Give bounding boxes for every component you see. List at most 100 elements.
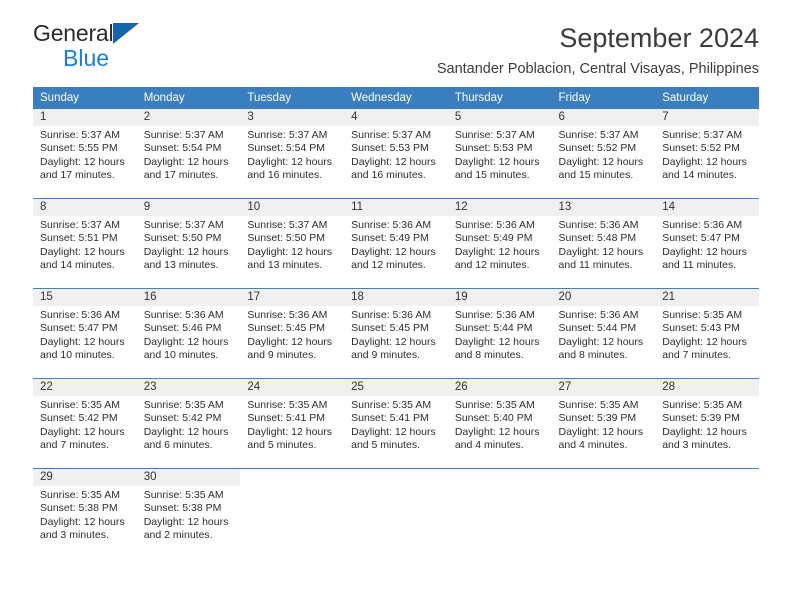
daylight-text-line2: and 11 minutes. [558, 259, 633, 272]
weekday-header-wednesday: Wednesday [344, 87, 448, 109]
sunset-text: Sunset: 5:51 PM [40, 232, 118, 245]
day-cell-inner: 9 Sunrise: 5:37 AM Sunset: 5:50 PM Daylight… [136, 199, 241, 288]
day-cell-inner [448, 469, 552, 558]
calendar-day-cell [344, 468, 448, 558]
calendar-day-cell[interactable]: 21 Sunrise: 5:35 AM Sunset: 5:43 PM Dayligh… [655, 288, 759, 379]
day-cell-inner: 10 Sunrise: 5:37 AM Sunset: 5:50 PM Dayligh… [240, 199, 345, 288]
calendar-day-cell[interactable]: 20 Sunrise: 5:36 AM Sunset: 5:44 PM Dayligh… [551, 288, 656, 379]
sunset-text: Sunset: 5:52 PM [662, 142, 740, 155]
calendar-day-cell[interactable]: 11 Sunrise: 5:36 AM Sunset: 5:49 PM Dayligh… [344, 198, 448, 289]
logo-text-blue: Blue [63, 45, 110, 71]
daylight-text-line2: and 10 minutes. [143, 349, 219, 362]
daylight-text-line2: and 14 minutes. [40, 259, 115, 272]
day-cell-inner: 25 Sunrise: 5:35 AM Sunset: 5:41 PM Dayligh… [344, 379, 448, 468]
daylight-text-line2: and 4 minutes. [558, 439, 628, 452]
day-sun-info: Sunrise: 5:36 AM Sunset: 5:47 PM Daylight:… [655, 216, 759, 273]
sunset-text: Sunset: 5:49 PM [454, 232, 533, 245]
calendar-day-cell[interactable]: 13 Sunrise: 5:36 AM Sunset: 5:48 PM Dayligh… [551, 198, 656, 289]
calendar-day-cell[interactable]: 16 Sunrise: 5:36 AM Sunset: 5:46 PM Dayligh… [136, 288, 241, 379]
day-sun-info: Sunrise: 5:35 AM Sunset: 5:41 PM Daylight:… [240, 396, 344, 453]
day-number [655, 469, 759, 486]
day-cell-inner: 18 Sunrise: 5:36 AM Sunset: 5:45 PM Dayligh… [344, 289, 448, 378]
day-number: 14 [655, 199, 759, 216]
calendar-day-cell[interactable]: 1 Sunrise: 5:37 AM Sunset: 5:55 PM Daylight… [33, 109, 137, 199]
sunset-text: Sunset: 5:46 PM [143, 322, 222, 335]
daylight-text-line2: and 3 minutes. [662, 439, 732, 452]
daylight-text-line1: Daylight: 12 hours [40, 335, 125, 348]
calendar-day-cell[interactable]: 25 Sunrise: 5:35 AM Sunset: 5:41 PM Dayligh… [344, 378, 448, 469]
calendar-day-cell[interactable]: 17 Sunrise: 5:36 AM Sunset: 5:45 PM Dayligh… [240, 288, 345, 379]
daylight-text-line2: and 16 minutes. [247, 169, 323, 182]
calendar-day-cell[interactable]: 18 Sunrise: 5:36 AM Sunset: 5:45 PM Dayligh… [344, 288, 448, 379]
daylight-text-line2: and 13 minutes. [247, 259, 323, 272]
day-number: 18 [344, 289, 448, 306]
sunset-text: Sunset: 5:39 PM [662, 412, 740, 425]
day-number [344, 469, 448, 486]
calendar-day-cell[interactable]: 8 Sunrise: 5:37 AM Sunset: 5:51 PM Daylight… [33, 198, 137, 289]
sunrise-text: Sunrise: 5:37 AM [247, 219, 328, 231]
sunset-text: Sunset: 5:55 PM [40, 142, 118, 155]
sunrise-text: Sunrise: 5:37 AM [558, 129, 639, 141]
calendar-day-cell[interactable]: 14 Sunrise: 5:36 AM Sunset: 5:47 PM Dayligh… [655, 198, 759, 289]
day-sun-info: Sunrise: 5:37 AM Sunset: 5:54 PM Daylight:… [240, 126, 344, 183]
calendar-day-cell[interactable]: 28 Sunrise: 5:35 AM Sunset: 5:39 PM Dayligh… [655, 378, 759, 469]
daylight-text-line1: Daylight: 12 hours [143, 425, 229, 438]
sunset-text: Sunset: 5:47 PM [662, 232, 740, 245]
calendar-day-cell[interactable]: 7 Sunrise: 5:37 AM Sunset: 5:52 PM Daylight… [655, 109, 759, 199]
daylight-text-line1: Daylight: 12 hours [247, 245, 333, 258]
calendar-day-cell[interactable]: 27 Sunrise: 5:35 AM Sunset: 5:39 PM Dayligh… [551, 378, 656, 469]
day-number: 1 [33, 109, 137, 126]
calendar-day-cell[interactable]: 22 Sunrise: 5:35 AM Sunset: 5:42 PM Dayligh… [33, 378, 137, 469]
sunrise-text: Sunrise: 5:36 AM [454, 309, 535, 321]
sunrise-text: Sunrise: 5:36 AM [454, 219, 535, 231]
day-number: 22 [33, 379, 137, 396]
calendar-day-cell[interactable]: 9 Sunrise: 5:37 AM Sunset: 5:50 PM Daylight… [136, 198, 241, 289]
sunset-text: Sunset: 5:53 PM [351, 142, 429, 155]
calendar-day-cell[interactable]: 3 Sunrise: 5:37 AM Sunset: 5:54 PM Daylight… [240, 109, 345, 199]
daylight-text-line1: Daylight: 12 hours [40, 245, 125, 258]
calendar-day-cell[interactable]: 26 Sunrise: 5:35 AM Sunset: 5:40 PM Dayligh… [447, 378, 552, 469]
day-sun-info: Sunrise: 5:37 AM Sunset: 5:53 PM Daylight:… [344, 126, 448, 183]
day-cell-inner: 3 Sunrise: 5:37 AM Sunset: 5:54 PM Daylight… [240, 109, 345, 198]
logo-triangle-icon [113, 23, 140, 44]
generalblue-logo[interactable]: General Blue [33, 22, 233, 72]
day-number: 10 [240, 199, 345, 216]
daylight-text-line1: Daylight: 12 hours [351, 155, 436, 168]
day-cell-inner: 4 Sunrise: 5:37 AM Sunset: 5:53 PM Daylight… [344, 109, 448, 198]
calendar-day-cell[interactable]: 30 Sunrise: 5:35 AM Sunset: 5:38 PM Dayligh… [136, 468, 241, 558]
weekday-header-tuesday: Tuesday [240, 87, 345, 109]
sunset-text: Sunset: 5:44 PM [454, 322, 533, 335]
calendar-day-cell[interactable]: 15 Sunrise: 5:36 AM Sunset: 5:47 PM Dayligh… [33, 288, 137, 379]
calendar-day-cell[interactable]: 12 Sunrise: 5:36 AM Sunset: 5:49 PM Dayligh… [447, 198, 552, 289]
daylight-text-line1: Daylight: 12 hours [558, 425, 644, 438]
day-sun-info: Sunrise: 5:36 AM Sunset: 5:47 PM Daylight:… [33, 306, 137, 363]
calendar-day-cell[interactable]: 19 Sunrise: 5:36 AM Sunset: 5:44 PM Dayligh… [447, 288, 552, 379]
day-sun-info: Sunrise: 5:37 AM Sunset: 5:53 PM Daylight:… [448, 126, 552, 183]
calendar-day-cell[interactable]: 4 Sunrise: 5:37 AM Sunset: 5:53 PM Daylight… [344, 109, 448, 199]
sunrise-text: Sunrise: 5:37 AM [247, 129, 328, 141]
day-number: 12 [447, 199, 552, 216]
day-sun-info [448, 486, 552, 489]
daylight-text-line1: Daylight: 12 hours [351, 245, 436, 258]
calendar-day-cell[interactable]: 5 Sunrise: 5:37 AM Sunset: 5:53 PM Daylight… [447, 109, 552, 199]
day-sun-info: Sunrise: 5:36 AM Sunset: 5:46 PM Daylight:… [137, 306, 241, 363]
day-sun-info: Sunrise: 5:36 AM Sunset: 5:44 PM Daylight:… [552, 306, 656, 363]
daylight-text-line1: Daylight: 12 hours [143, 245, 229, 258]
day-sun-info: Sunrise: 5:35 AM Sunset: 5:40 PM Daylight:… [448, 396, 552, 453]
calendar-day-cell[interactable]: 10 Sunrise: 5:37 AM Sunset: 5:50 PM Dayligh… [240, 198, 345, 289]
calendar-day-cell[interactable]: 6 Sunrise: 5:37 AM Sunset: 5:52 PM Daylight… [551, 109, 656, 199]
day-sun-info [240, 486, 344, 489]
sunset-text: Sunset: 5:45 PM [247, 322, 326, 335]
day-number: 11 [344, 199, 448, 216]
daylight-text-line1: Daylight: 12 hours [143, 515, 229, 528]
daylight-text-line1: Daylight: 12 hours [143, 335, 229, 348]
daylight-text-line2: and 12 minutes. [351, 259, 426, 272]
calendar-day-cell[interactable]: 24 Sunrise: 5:35 AM Sunset: 5:41 PM Dayligh… [240, 378, 345, 469]
daylight-text-line1: Daylight: 12 hours [40, 155, 125, 168]
sunset-text: Sunset: 5:42 PM [143, 412, 222, 425]
day-sun-info: Sunrise: 5:35 AM Sunset: 5:42 PM Daylight:… [137, 396, 241, 453]
calendar-day-cell[interactable]: 29 Sunrise: 5:35 AM Sunset: 5:38 PM Dayligh… [33, 468, 137, 558]
calendar-day-cell[interactable]: 23 Sunrise: 5:35 AM Sunset: 5:42 PM Dayligh… [136, 378, 241, 469]
day-number [240, 469, 344, 486]
calendar-day-cell[interactable]: 2 Sunrise: 5:37 AM Sunset: 5:54 PM Daylight… [136, 109, 241, 199]
